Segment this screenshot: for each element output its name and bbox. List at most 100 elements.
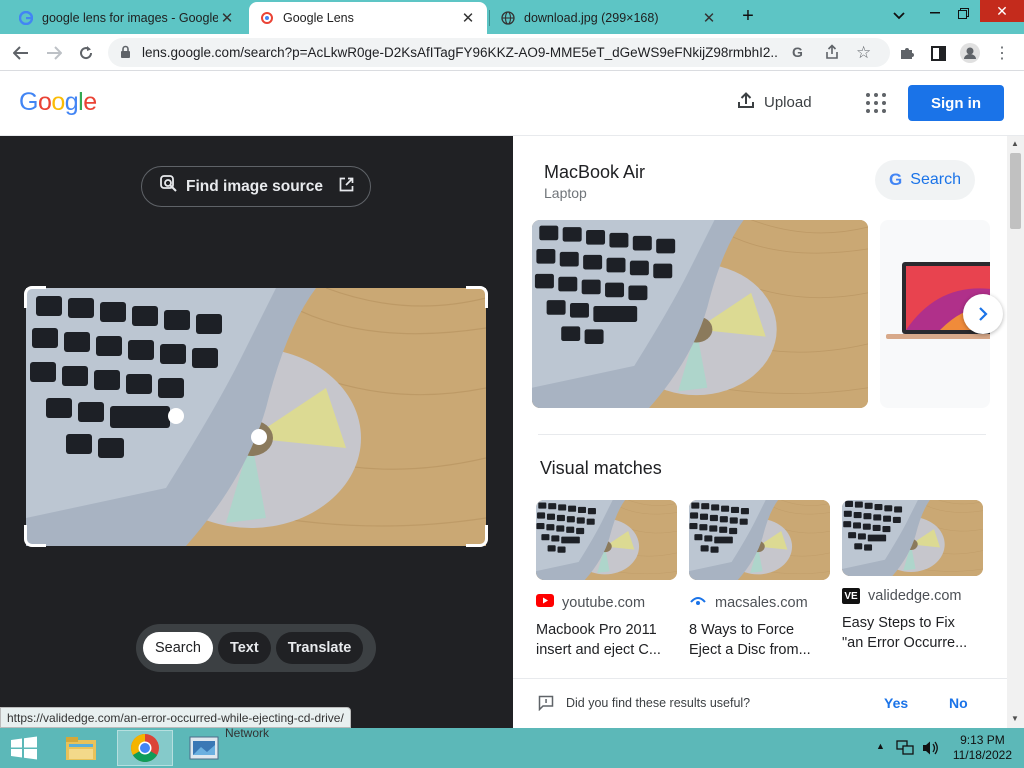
entity-search-label: Search [910,171,961,188]
object-dot[interactable] [251,429,267,445]
entity-image-main[interactable] [532,220,868,408]
feedback-question: Did you find these results useful? [566,696,751,710]
upload-label: Upload [764,94,812,111]
tray-chevron-up-icon[interactable]: ▲ [876,741,885,751]
tab-title: download.jpg (299×168) [524,11,659,25]
forward-arrow-icon[interactable] [40,39,68,67]
tab-google-search[interactable]: google lens for images - Google ✕ [8,2,246,34]
upload-icon [737,92,755,113]
object-dot[interactable] [168,408,184,424]
selected-image[interactable] [26,288,486,546]
tab-google-lens[interactable]: Google Lens ✕ [249,2,487,34]
google-g-icon[interactable]: G [792,44,803,60]
entity-subtitle: Laptop [544,185,587,201]
kebab-menu-icon[interactable]: ⋮ [988,39,1016,67]
mode-translate[interactable]: Translate [275,632,364,664]
sign-in-button[interactable]: Sign in [908,85,1004,121]
scrollbar-thumb[interactable] [1010,153,1021,229]
image-search-icon [160,175,178,198]
match-caption[interactable]: Easy Steps to Fix "an Error Occurre... [842,613,984,653]
address-bar[interactable]: lens.google.com/search?p=AcLkwR0ge-D2KsA… [108,38,890,67]
clock-date: 11/18/2022 [952,748,1012,762]
upload-button[interactable]: Upload [737,92,812,113]
network-label: Network [225,726,270,740]
clock-time: 9:13 PM [960,733,1005,747]
google-favicon-icon [18,10,34,26]
page-scrollbar[interactable]: ▲ ▼ [1007,136,1024,728]
match-source: macsales.com [715,594,808,611]
google-header: Google Upload Sign in [0,71,1024,136]
close-tab-icon[interactable]: ✕ [459,9,477,27]
tab-download-jpg[interactable]: download.jpg (299×168) ✕ [490,2,728,34]
start-windows-icon[interactable] [4,730,44,766]
close-tab-icon[interactable]: ✕ [218,9,236,27]
tab-title: Google Lens [283,11,354,25]
lens-mode-switcher: Search Text Translate [136,624,376,672]
feedback-no-button[interactable]: No [949,695,968,711]
tab-search-chevron-down-icon[interactable] [886,3,912,29]
visual-match-card[interactable]: youtube.com Macbook Pro 2011 insert and e… [536,500,678,660]
browser-toolbar: lens.google.com/search?p=AcLkwR0ge-D2KsA… [0,34,1024,71]
side-panel-icon[interactable] [924,39,952,67]
visual-matches-heading: Visual matches [540,458,662,478]
mode-search[interactable]: Search [143,632,213,664]
share-icon[interactable] [824,44,840,65]
new-tab-icon[interactable]: + [735,3,761,29]
crop-handle-top-left[interactable] [24,286,46,308]
match-caption[interactable]: Macbook Pro 2011 insert and eject C... [536,620,678,660]
results-pane: MacBook Air Laptop G Search Visual match… [513,136,1007,728]
next-image-chevron-right-icon[interactable] [963,294,1003,334]
match-caption[interactable]: 8 Ways to Force Eject a Disc from... [689,620,831,660]
macsales-icon [689,594,707,611]
network-tray-icon[interactable] [896,739,914,762]
lock-icon[interactable] [120,45,131,64]
visual-match-card[interactable]: VE validedge.com Easy Steps to Fix "an Err… [842,500,984,653]
match-thumbnail[interactable] [842,500,983,576]
feedback-icon [538,695,554,716]
entity-title: MacBook Air [544,162,646,182]
network-window-icon[interactable] [178,730,230,766]
globe-icon [500,10,516,26]
close-window-icon[interactable]: ✕ [980,0,1024,22]
find-image-source-label: Find image source [186,177,323,195]
reload-icon[interactable] [72,39,100,67]
extensions-puzzle-icon[interactable] [893,39,921,67]
restore-icon[interactable] [950,0,976,26]
match-thumbnail[interactable] [689,500,830,580]
bookmark-star-icon[interactable]: ☆ [856,43,871,63]
mode-text[interactable]: Text [217,632,271,664]
open-in-new-icon [339,177,354,197]
visual-match-card[interactable]: macsales.com 8 Ways to Force Eject a Disc… [689,500,831,660]
feedback-yes-button[interactable]: Yes [884,695,908,711]
windows-taskbar: Network ▲ 9:13 PM 11/18/2022 [0,726,1024,768]
url-text[interactable]: lens.google.com/search?p=AcLkwR0ge-D2KsA… [142,45,777,60]
volume-icon[interactable] [921,739,939,762]
profile-avatar-icon[interactable] [956,39,984,67]
apps-grid-icon[interactable] [866,93,886,113]
entity-search-button[interactable]: G Search [875,160,975,200]
find-image-source-button[interactable]: Find image source [141,166,371,207]
youtube-icon [536,594,554,611]
scroll-up-arrow-icon[interactable]: ▲ [1011,139,1019,148]
minimize-icon[interactable] [920,0,950,26]
feedback-bar: Did you find these results useful? Yes N… [513,678,1007,728]
lens-favicon-icon [259,10,275,26]
scroll-down-arrow-icon[interactable]: ▼ [1011,714,1019,723]
file-explorer-icon[interactable] [57,730,105,766]
match-source: validedge.com [868,588,962,604]
google-g-icon: G [889,170,903,189]
back-arrow-icon[interactable] [7,39,35,67]
crop-handle-bottom-right[interactable] [466,525,488,547]
crop-handle-bottom-left[interactable] [24,525,46,547]
match-thumbnail[interactable] [536,500,677,580]
validedge-logo-icon: VE [842,588,860,604]
google-logo[interactable]: Google [19,88,97,117]
system-clock[interactable]: 9:13 PM 11/18/2022 [953,733,1012,763]
lens-image-pane: Find image source Search Text Translate [0,136,513,728]
crop-handle-top-right[interactable] [466,286,488,308]
chrome-icon[interactable] [117,730,173,766]
tab-title: google lens for images - Google [42,11,218,25]
close-tab-icon[interactable]: ✕ [700,9,718,27]
tab-strip: google lens for images - Google ✕ Google… [0,0,1024,34]
status-bar-url: https://validedge.com/an-error-occurred-… [0,707,351,728]
